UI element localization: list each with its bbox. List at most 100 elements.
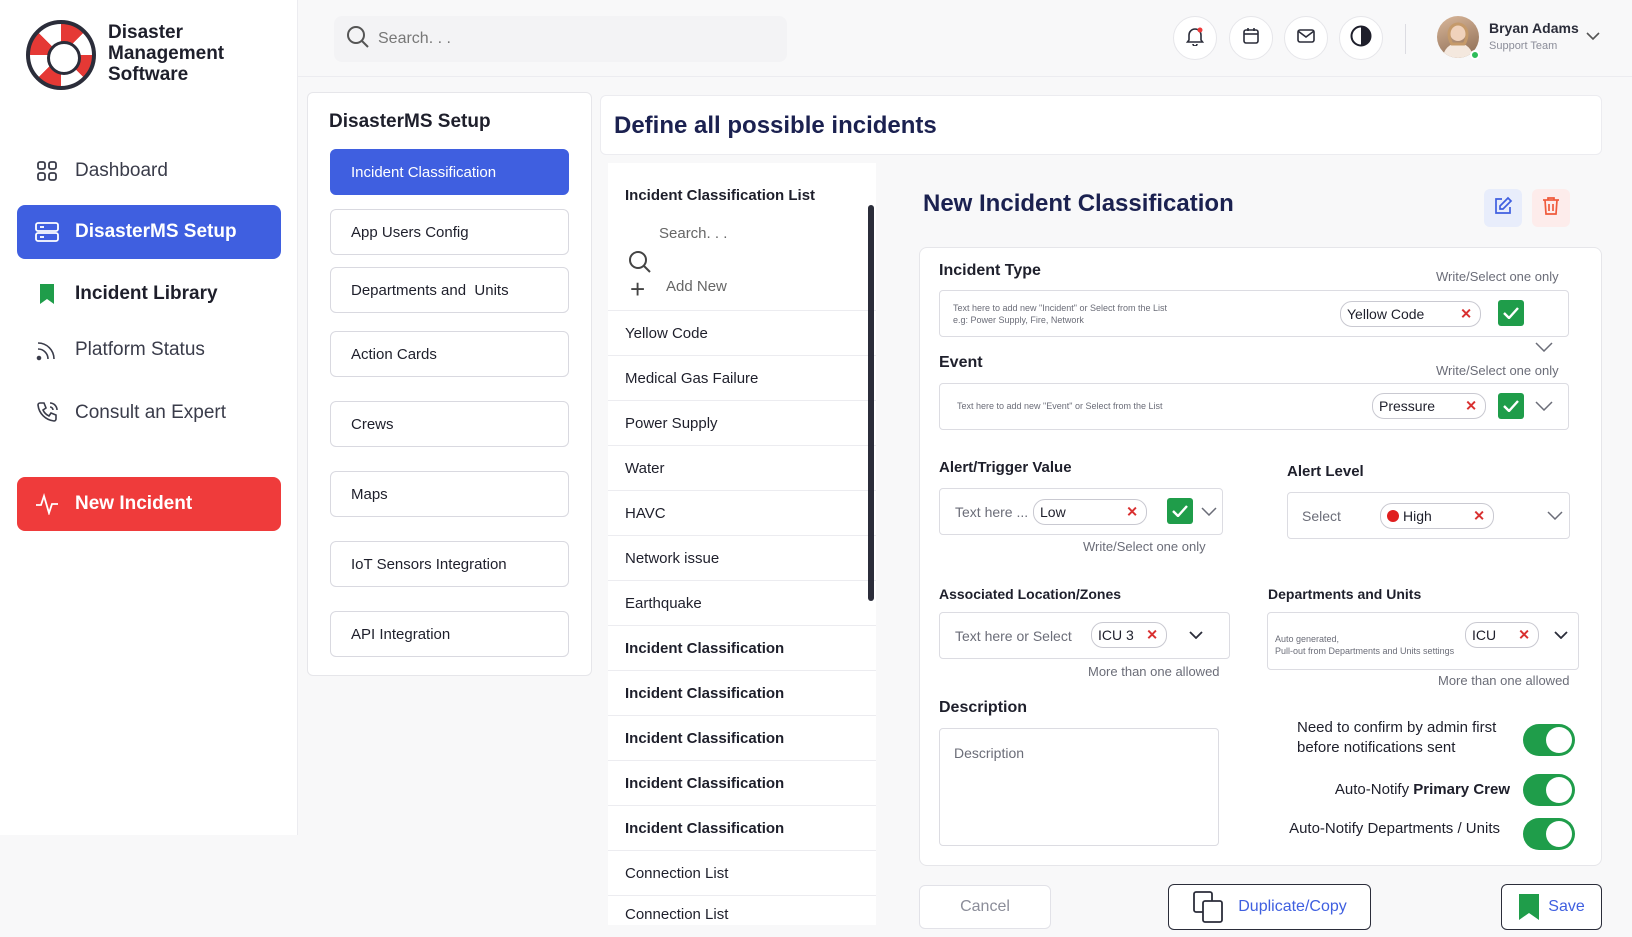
list-item[interactable]: Incident Classification bbox=[608, 805, 876, 850]
cancel-button[interactable]: Cancel bbox=[919, 885, 1051, 929]
setup-item-label: IoT Sensors Integration bbox=[351, 555, 507, 573]
brand-line-3: Software bbox=[108, 64, 189, 85]
nav-platform-status[interactable]: Platform Status bbox=[17, 323, 281, 377]
list-item[interactable]: Incident Classification bbox=[608, 625, 876, 670]
setup-item-incident-classification[interactable]: Incident Classification bbox=[330, 149, 569, 195]
list-item[interactable]: Yellow Code bbox=[608, 310, 876, 355]
chevron-down-icon[interactable] bbox=[1188, 629, 1204, 641]
chip-label: ICU bbox=[1472, 627, 1497, 643]
nav-dashboard[interactable]: Dashboard bbox=[17, 144, 281, 198]
chip-label: ICU 3 bbox=[1098, 627, 1134, 643]
setup-item-crews[interactable]: Crews bbox=[330, 401, 569, 447]
list-search-input[interactable]: Search. . . bbox=[659, 225, 727, 242]
red-dot-icon bbox=[1387, 510, 1399, 522]
list-item-label: Incident Classification bbox=[625, 774, 785, 792]
nav-label: New Incident bbox=[75, 493, 193, 514]
nav-incident-library[interactable]: Incident Library bbox=[17, 267, 281, 321]
contrast-icon bbox=[1350, 25, 1372, 52]
list-item[interactable]: Earthquake bbox=[608, 580, 876, 625]
save-label: Save bbox=[1548, 898, 1585, 915]
trash-icon bbox=[1542, 196, 1560, 221]
list-item[interactable]: Medical Gas Failure bbox=[608, 355, 876, 400]
calendar-button[interactable] bbox=[1229, 16, 1273, 60]
bookmark-icon bbox=[35, 282, 59, 306]
incident-type-chip[interactable]: Yellow Code ✕ bbox=[1340, 301, 1481, 327]
confirm-admin-line-2: before notifications sent bbox=[1297, 739, 1456, 756]
departments-chip[interactable]: ICU ✕ bbox=[1465, 622, 1539, 648]
alert-level-placeholder: Select bbox=[1302, 508, 1341, 524]
event-label: Event bbox=[939, 354, 983, 371]
nav-consult-expert[interactable]: Consult an Expert bbox=[17, 386, 281, 440]
nav-label: DisasterMS Setup bbox=[75, 221, 237, 242]
notify-primary-crew-toggle[interactable] bbox=[1523, 774, 1575, 806]
brand-line-1: Disaster bbox=[108, 22, 183, 43]
list-scrollbar[interactable] bbox=[868, 205, 874, 601]
setup-item-iot-sensors[interactable]: IoT Sensors Integration bbox=[330, 541, 569, 587]
theme-toggle-button[interactable] bbox=[1339, 16, 1383, 60]
header-border bbox=[298, 76, 1632, 77]
event-chip[interactable]: Pressure ✕ bbox=[1372, 393, 1486, 419]
setup-item-api-integration[interactable]: API Integration bbox=[330, 611, 569, 657]
list-item[interactable]: Incident Classification bbox=[608, 715, 876, 760]
remove-icon[interactable]: ✕ bbox=[1473, 508, 1485, 525]
setup-item-action-cards[interactable]: Action Cards bbox=[330, 331, 569, 377]
notifications-button[interactable] bbox=[1173, 16, 1217, 60]
confirm-admin-toggle[interactable] bbox=[1523, 724, 1575, 756]
chip-label: High bbox=[1403, 508, 1432, 524]
setup-item-departments-units[interactable]: Departments and Units bbox=[330, 267, 569, 313]
list-item[interactable]: Incident Classification bbox=[608, 760, 876, 805]
remove-icon[interactable]: ✕ bbox=[1146, 627, 1158, 644]
list-item[interactable]: Network issue bbox=[608, 535, 876, 580]
duplicate-button[interactable]: Duplicate/Copy bbox=[1168, 884, 1371, 930]
setup-item-app-users-config[interactable]: App Users Config bbox=[330, 209, 569, 255]
phone-icon bbox=[35, 401, 59, 425]
incident-type-confirm[interactable] bbox=[1498, 300, 1524, 326]
plus-icon[interactable]: + bbox=[630, 276, 645, 302]
messages-button[interactable] bbox=[1284, 16, 1328, 60]
list-item-label: Yellow Code bbox=[625, 324, 708, 342]
remove-icon[interactable]: ✕ bbox=[1518, 627, 1530, 644]
delete-button[interactable] bbox=[1532, 189, 1570, 227]
event-hint: Write/Select one only bbox=[1436, 363, 1559, 378]
nav-disasterms-setup[interactable]: DisasterMS Setup bbox=[17, 205, 281, 259]
search-input[interactable] bbox=[378, 30, 758, 48]
list-item[interactable]: Connection List bbox=[608, 850, 876, 895]
notify-departments-toggle[interactable] bbox=[1523, 818, 1575, 850]
remove-icon[interactable]: ✕ bbox=[1126, 504, 1138, 521]
remove-icon[interactable]: ✕ bbox=[1460, 306, 1472, 323]
save-button[interactable]: Save bbox=[1501, 884, 1602, 930]
list-item-label: Medical Gas Failure bbox=[625, 369, 759, 387]
list-item[interactable]: Incident Classification bbox=[608, 670, 876, 715]
add-new-button[interactable]: Add New bbox=[666, 278, 727, 295]
location-placeholder: Text here or Select bbox=[955, 628, 1072, 644]
new-incident-button[interactable]: New Incident bbox=[17, 477, 281, 531]
alert-trigger-label: Alert/Trigger Value bbox=[939, 459, 1072, 476]
chevron-down-icon[interactable] bbox=[1201, 505, 1217, 517]
location-chip[interactable]: ICU 3 ✕ bbox=[1091, 622, 1167, 648]
edit-button[interactable] bbox=[1484, 189, 1522, 227]
alert-level-chip[interactable]: High ✕ bbox=[1380, 503, 1494, 529]
notify-primary-prefix: Auto-Notify bbox=[1334, 781, 1414, 798]
chevron-down-icon[interactable] bbox=[1586, 28, 1600, 46]
chevron-down-icon[interactable] bbox=[1535, 340, 1553, 354]
chevron-down-icon[interactable] bbox=[1547, 509, 1563, 521]
chip-label: Yellow Code bbox=[1347, 306, 1425, 322]
incident-type-label: Incident Type bbox=[939, 262, 1041, 279]
list-item[interactable]: HAVC bbox=[608, 490, 876, 535]
list-item-label: Connection List bbox=[625, 864, 729, 882]
setup-item-maps[interactable]: Maps bbox=[330, 471, 569, 517]
departments-label: Departments and Units bbox=[1268, 586, 1422, 602]
global-search[interactable] bbox=[334, 16, 787, 62]
setup-item-label: Departments and Units bbox=[351, 281, 509, 299]
remove-icon[interactable]: ✕ bbox=[1465, 398, 1477, 415]
chevron-down-icon[interactable] bbox=[1535, 399, 1553, 413]
setup-item-label: Maps bbox=[351, 485, 388, 503]
list-item[interactable]: Water bbox=[608, 445, 876, 490]
list-item[interactable]: Connection List bbox=[608, 895, 876, 925]
alert-trigger-chip[interactable]: Low ✕ bbox=[1033, 499, 1147, 525]
chevron-down-icon[interactable] bbox=[1553, 629, 1569, 641]
alert-trigger-confirm[interactable] bbox=[1167, 498, 1193, 524]
list-item[interactable]: Power Supply bbox=[608, 400, 876, 445]
event-confirm[interactable] bbox=[1498, 393, 1524, 419]
cancel-label: Cancel bbox=[960, 898, 1010, 915]
